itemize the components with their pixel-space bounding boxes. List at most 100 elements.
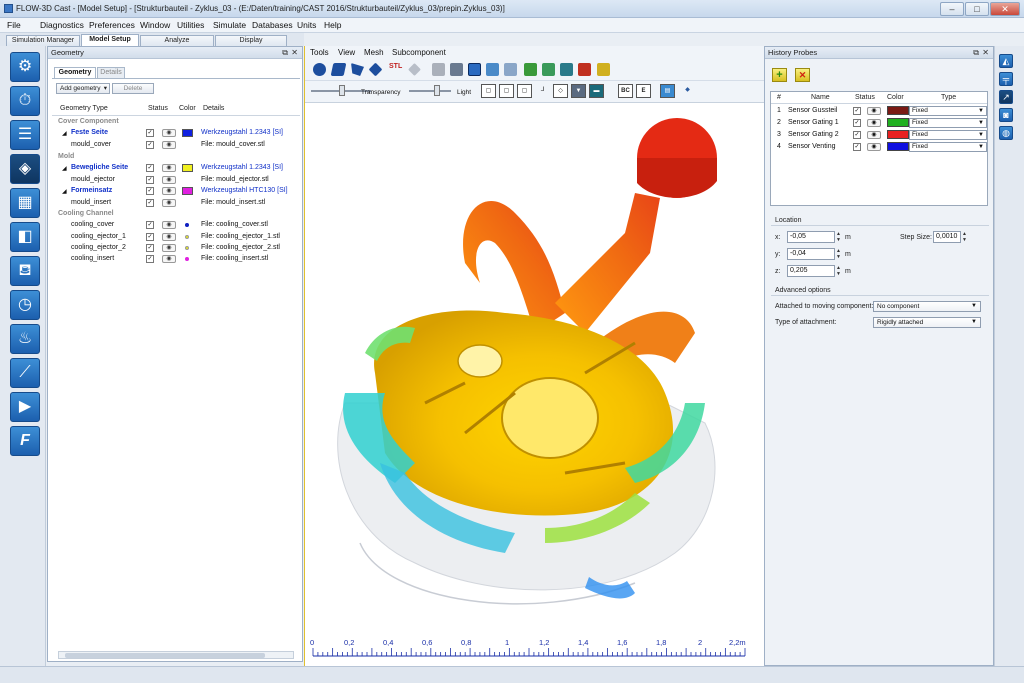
menu-units[interactable]: Units [297,20,316,30]
eye-icon[interactable]: ◉ [162,164,176,172]
view-xz-icon[interactable]: ▢ [481,84,496,98]
heater-icon[interactable] [578,63,591,76]
heat-icon[interactable]: ♨ [10,324,40,354]
menu-window[interactable]: Window [140,20,170,30]
expand-icon[interactable]: ◢ [62,188,67,195]
close-panel-icon[interactable]: ✕ [982,47,989,58]
eye-icon[interactable]: ◉ [162,244,176,252]
scrollbar-thumb[interactable] [65,653,265,658]
eye-icon[interactable]: ◉ [162,176,176,184]
color-swatch[interactable] [182,129,193,137]
stl-icon[interactable]: STL [389,63,402,76]
light-slider[interactable] [409,90,451,92]
attachment-type-select[interactable]: Rigidly attached ▼ [873,317,981,328]
probe-view-icon[interactable]: ↗ [999,90,1013,104]
eye-icon[interactable]: ◉ [162,255,176,263]
x-input[interactable]: -0,05 [787,231,835,243]
play-icon[interactable]: ▶ [10,392,40,422]
tab-simulation-manager[interactable]: Simulation Manager [6,35,80,46]
y-input[interactable]: -0,04 [787,248,835,260]
view-yz-icon[interactable]: ▢ [499,84,514,98]
camera-icon[interactable] [450,63,463,76]
eye-icon[interactable]: ◉ [162,187,176,195]
step-size-spinner[interactable]: ▲ ▼ [961,231,968,243]
probe-row[interactable]: 1 Sensor Gussteil ✓ ◉ Fixed ▼ [771,105,987,117]
stopwatch-icon[interactable]: ⏱ [10,86,40,116]
x-spinner[interactable]: ▲ ▼ [835,231,842,243]
expand-icon[interactable]: ◢ [62,130,67,137]
color-dot[interactable] [185,235,189,239]
axes-icon[interactable]: ⅃ [535,84,550,98]
close-panel-icon[interactable]: ✕ [291,47,298,58]
type-select[interactable]: Fixed ▼ [909,118,987,128]
layers-icon[interactable]: ☰ [10,120,40,150]
type-select[interactable]: Fixed ▼ [909,142,987,152]
status-checkbox[interactable]: ✓ [146,199,154,207]
color-swatch[interactable] [887,130,909,139]
tree-item-row[interactable]: cooling_cover ✓ ◉ File: cooling_cover.stl [48,220,302,231]
probe-row[interactable]: 2 Sensor Gating 1 ✓ ◉ Fixed ▼ [771,117,987,129]
valve-icon[interactable] [560,63,573,76]
eye-icon[interactable]: ◉ [162,221,176,229]
bounding-box-icon[interactable]: ◇ [553,84,568,98]
mesh-cube-icon[interactable]: ▦ [10,188,40,218]
sphere-view-icon[interactable]: ◍ [999,126,1013,140]
plus-icon[interactable]: + [772,68,787,82]
tree-item-row[interactable]: cooling_insert ✓ ◉ File: cooling_insert.stl [48,254,302,265]
type-select[interactable]: Fixed ▼ [909,106,987,116]
y-spinner[interactable]: ▲ ▼ [835,248,842,260]
e-button[interactable]: E [636,84,651,98]
close-button[interactable]: ✕ [990,2,1020,16]
color-swatch[interactable] [182,187,193,195]
color-swatch[interactable] [887,106,909,115]
maximize-button[interactable]: □ [965,2,989,16]
eye-icon[interactable]: ◉ [867,119,881,127]
box-shape-icon[interactable] [368,62,383,77]
details-link[interactable]: Werkzeugstahl HTC130 [SI] [201,187,288,194]
cut-plane-icon[interactable]: ▼ [571,84,586,98]
clip-icon[interactable]: ▬ [589,84,604,98]
color-dot[interactable] [185,257,189,261]
status-checkbox[interactable]: ✓ [146,187,154,195]
status-checkbox[interactable]: ✓ [146,129,154,137]
eye-icon[interactable]: ◉ [162,129,176,137]
menu-databases[interactable]: Databases [252,20,293,30]
eye-icon[interactable]: ◉ [867,131,881,139]
tab-display[interactable]: Display [215,35,287,46]
status-checkbox[interactable]: ✓ [853,119,861,127]
eye-icon[interactable]: ◉ [162,199,176,207]
step-size-input[interactable]: 0,0010 [933,231,961,243]
geometry-view-icon[interactable]: ◭ [999,54,1013,68]
menu-subcomponent[interactable]: Subcomponent [392,48,446,57]
pan-icon[interactable] [504,63,517,76]
z-input[interactable]: 0,205 [787,265,835,277]
color-swatch[interactable] [182,164,193,172]
status-checkbox[interactable]: ✓ [146,164,154,172]
tab-model-setup[interactable]: Model Setup [81,34,139,46]
add-geometry-button[interactable]: Add geometry ▾ [56,83,110,94]
tree-item-row[interactable]: ◢ Formeinsatz ✓ ◉ Werkzeugstahl HTC130 [SI] [48,186,302,197]
delete-button[interactable]: Delete [112,83,154,94]
ladle-icon[interactable]: ⛾ [10,256,40,286]
geometry-icon[interactable]: ◈ [10,154,40,184]
graph-icon[interactable]: ⟋ [10,358,40,388]
status-checkbox[interactable]: ✓ [146,233,154,241]
status-checkbox[interactable]: ✓ [146,221,154,229]
float-icon[interactable]: ⧉ [973,47,979,58]
tree-item-row[interactable]: cooling_ejector_1 ✓ ◉ File: cooling_ejector… [48,232,302,243]
z-spinner[interactable]: ▲ ▼ [835,265,842,277]
tree-group-row[interactable]: Mold [48,152,302,163]
details-link[interactable]: Werkzeugstahl 1.2343 [SI] [201,164,283,171]
tab-analyze[interactable]: Analyze [140,35,214,46]
print-icon[interactable] [432,63,445,76]
menu-view[interactable]: View [338,48,355,57]
type-select[interactable]: Fixed ▼ [909,130,987,140]
minimize-button[interactable]: – [940,2,964,16]
transparency-slider-handle[interactable] [339,85,345,96]
3d-viewport[interactable]: Tools View Mesh Subcomponent STL Transpa… [304,46,765,666]
tab-details[interactable]: Details [97,67,125,78]
boundary-conditions-button[interactable]: BC [618,84,633,98]
tree-item-row[interactable]: ◢ Feste Seite ✓ ◉ Werkzeugstahl 1.2343 [SI] [48,128,302,139]
x-icon[interactable]: ✕ [795,68,810,82]
fit-view-icon[interactable] [468,63,481,76]
